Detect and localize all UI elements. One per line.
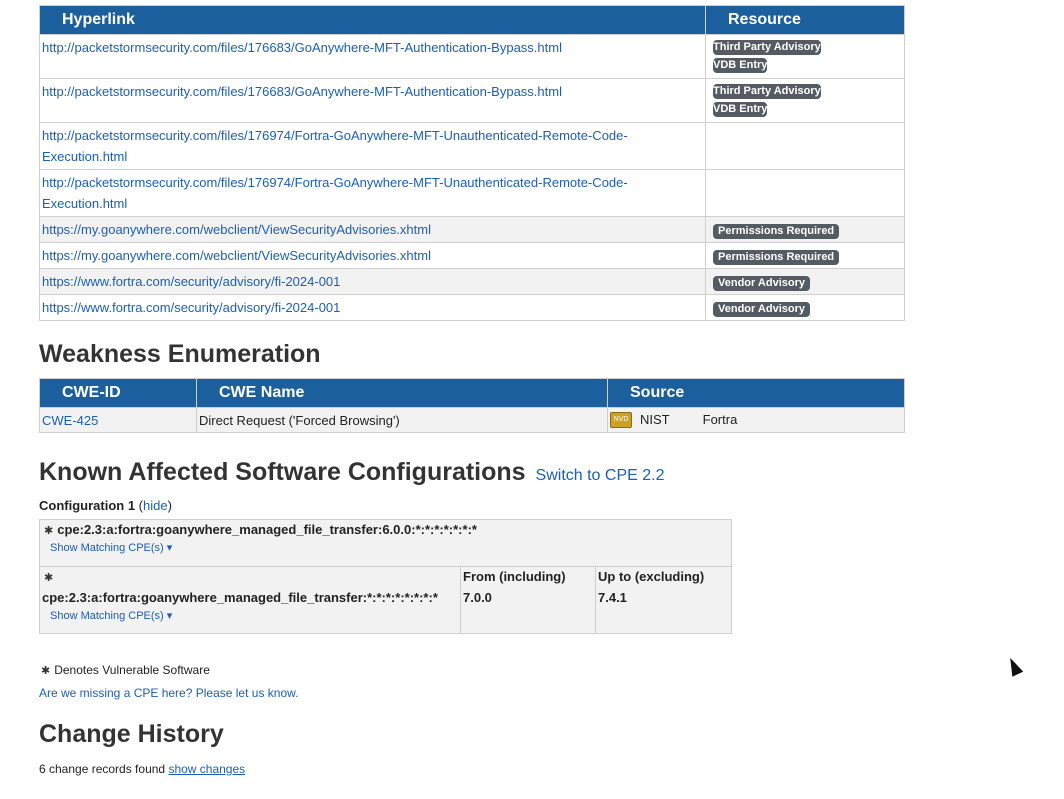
table-row: http://packetstormsecurity.com/files/176… bbox=[39, 34, 905, 79]
weakness-heading: Weakness Enumeration bbox=[39, 340, 321, 368]
reference-link[interactable]: http://packetstormsecurity.com/files/176… bbox=[42, 40, 562, 55]
from-value: 7.0.0 bbox=[463, 590, 492, 605]
source-fortra: Fortra bbox=[702, 411, 738, 427]
table-row: http://packetstormsecurity.com/files/176… bbox=[39, 78, 905, 123]
reference-link[interactable]: http://packetstormsecurity.com/files/176… bbox=[42, 175, 628, 211]
col-cwe-name: CWE Name bbox=[196, 378, 608, 408]
reference-link[interactable]: https://my.goanywhere.com/webclient/View… bbox=[42, 222, 431, 237]
caret-down-icon: ▾ bbox=[166, 542, 173, 554]
resource-badge: Vendor Advisory bbox=[713, 302, 811, 317]
col-hyperlink: Hyperlink bbox=[39, 5, 706, 35]
known-affected-heading: Known Affected Software Configurations S… bbox=[39, 458, 664, 487]
legend-text: Denotes Vulnerable Software bbox=[54, 663, 210, 677]
table-row: ✱ cpe:2.3:a:fortra:goanywhere_managed_fil… bbox=[39, 519, 732, 567]
show-matching-label: Show Matching CPE(s) bbox=[50, 610, 164, 622]
reference-link[interactable]: https://www.fortra.com/security/advisory… bbox=[42, 274, 340, 289]
reference-link[interactable]: http://packetstormsecurity.com/files/176… bbox=[42, 84, 562, 99]
known-affected-title: Known Affected Software Configurations bbox=[39, 458, 526, 486]
resource-badge: Permissions Required bbox=[713, 224, 840, 239]
missing-cpe-link[interactable]: Are we missing a CPE here? Please let us… bbox=[39, 686, 298, 700]
resource-badge: Vendor Advisory bbox=[713, 276, 811, 291]
nist-icon: NVD bbox=[610, 412, 632, 429]
switch-cpe-link[interactable]: Switch to CPE 2.2 bbox=[536, 467, 665, 484]
show-matching-cpe-link[interactable]: Show Matching CPE(s) ▾ bbox=[50, 609, 172, 622]
show-matching-cpe-link[interactable]: Show Matching CPE(s) ▾ bbox=[50, 541, 172, 554]
from-label: From (including) bbox=[463, 569, 566, 584]
col-source: Source bbox=[607, 378, 905, 408]
cwe-id-link[interactable]: CWE-425 bbox=[42, 413, 98, 428]
upto-value: 7.4.1 bbox=[598, 590, 627, 605]
reference-link[interactable]: http://packetstormsecurity.com/files/176… bbox=[42, 128, 628, 164]
hide-paren-close: ) bbox=[167, 498, 172, 513]
change-count: 6 change records found show changes bbox=[39, 762, 245, 776]
references-table: Hyperlink Resource http://packetstormsec… bbox=[39, 5, 905, 321]
source-nist: NIST bbox=[640, 411, 670, 427]
caret-down-icon: ▾ bbox=[166, 610, 173, 622]
show-matching-label: Show Matching CPE(s) bbox=[50, 542, 164, 554]
col-resource: Resource bbox=[705, 5, 905, 35]
resource-badge: Third Party Advisory bbox=[713, 84, 821, 99]
configuration-title: Configuration 1 (hide) bbox=[39, 498, 172, 513]
reference-link[interactable]: https://my.goanywhere.com/webclient/View… bbox=[42, 248, 431, 263]
cpe-string: cpe:2.3:a:fortra:goanywhere_managed_file… bbox=[42, 590, 438, 605]
cwe-table: CWE-ID CWE Name Source CWE-425 Direct Re… bbox=[39, 378, 905, 433]
resource-badge: VDB Entry bbox=[713, 102, 768, 117]
reference-link[interactable]: https://www.fortra.com/security/advisory… bbox=[42, 300, 340, 315]
table-row: CWE-425 Direct Request ('Forced Browsing… bbox=[39, 407, 905, 433]
change-history-heading: Change History bbox=[39, 720, 224, 748]
config-label: Configuration 1 bbox=[39, 498, 136, 513]
table-row: https://my.goanywhere.com/webclient/View… bbox=[39, 216, 905, 243]
upto-label: Up to (excluding) bbox=[598, 569, 705, 584]
resource-badge: Third Party Advisory bbox=[713, 40, 821, 55]
table-row: https://my.goanywhere.com/webclient/View… bbox=[39, 242, 905, 269]
cwe-name: Direct Request ('Forced Browsing') bbox=[196, 407, 608, 433]
col-cwe-id: CWE-ID bbox=[39, 378, 197, 408]
vulnerable-bug-icon: ✱ bbox=[44, 572, 54, 584]
legend-vulnerable: ✱ Denotes Vulnerable Software bbox=[39, 663, 210, 677]
resource-badge: VDB Entry bbox=[713, 58, 768, 73]
table-row: http://packetstormsecurity.com/files/176… bbox=[39, 122, 905, 170]
mouse-cursor-icon bbox=[1004, 655, 1024, 677]
vulnerable-bug-icon: ✱ bbox=[44, 525, 54, 537]
change-count-text: 6 change records found bbox=[39, 762, 166, 776]
table-row: ✱ cpe:2.3:a:fortra:goanywhere_managed_fi… bbox=[39, 566, 732, 634]
show-changes-link[interactable]: show changes bbox=[168, 762, 245, 776]
vulnerable-bug-icon: ✱ bbox=[41, 665, 51, 677]
configuration-table: ✱ cpe:2.3:a:fortra:goanywhere_managed_fil… bbox=[39, 519, 732, 634]
table-row: https://www.fortra.com/security/advisory… bbox=[39, 268, 905, 295]
table-row: https://www.fortra.com/security/advisory… bbox=[39, 294, 905, 321]
table-row: http://packetstormsecurity.com/files/176… bbox=[39, 169, 905, 217]
resource-badge: Permissions Required bbox=[713, 250, 840, 265]
cpe-string: cpe:2.3:a:fortra:goanywhere_managed_file… bbox=[57, 522, 477, 537]
hide-link[interactable]: hide bbox=[143, 498, 168, 513]
